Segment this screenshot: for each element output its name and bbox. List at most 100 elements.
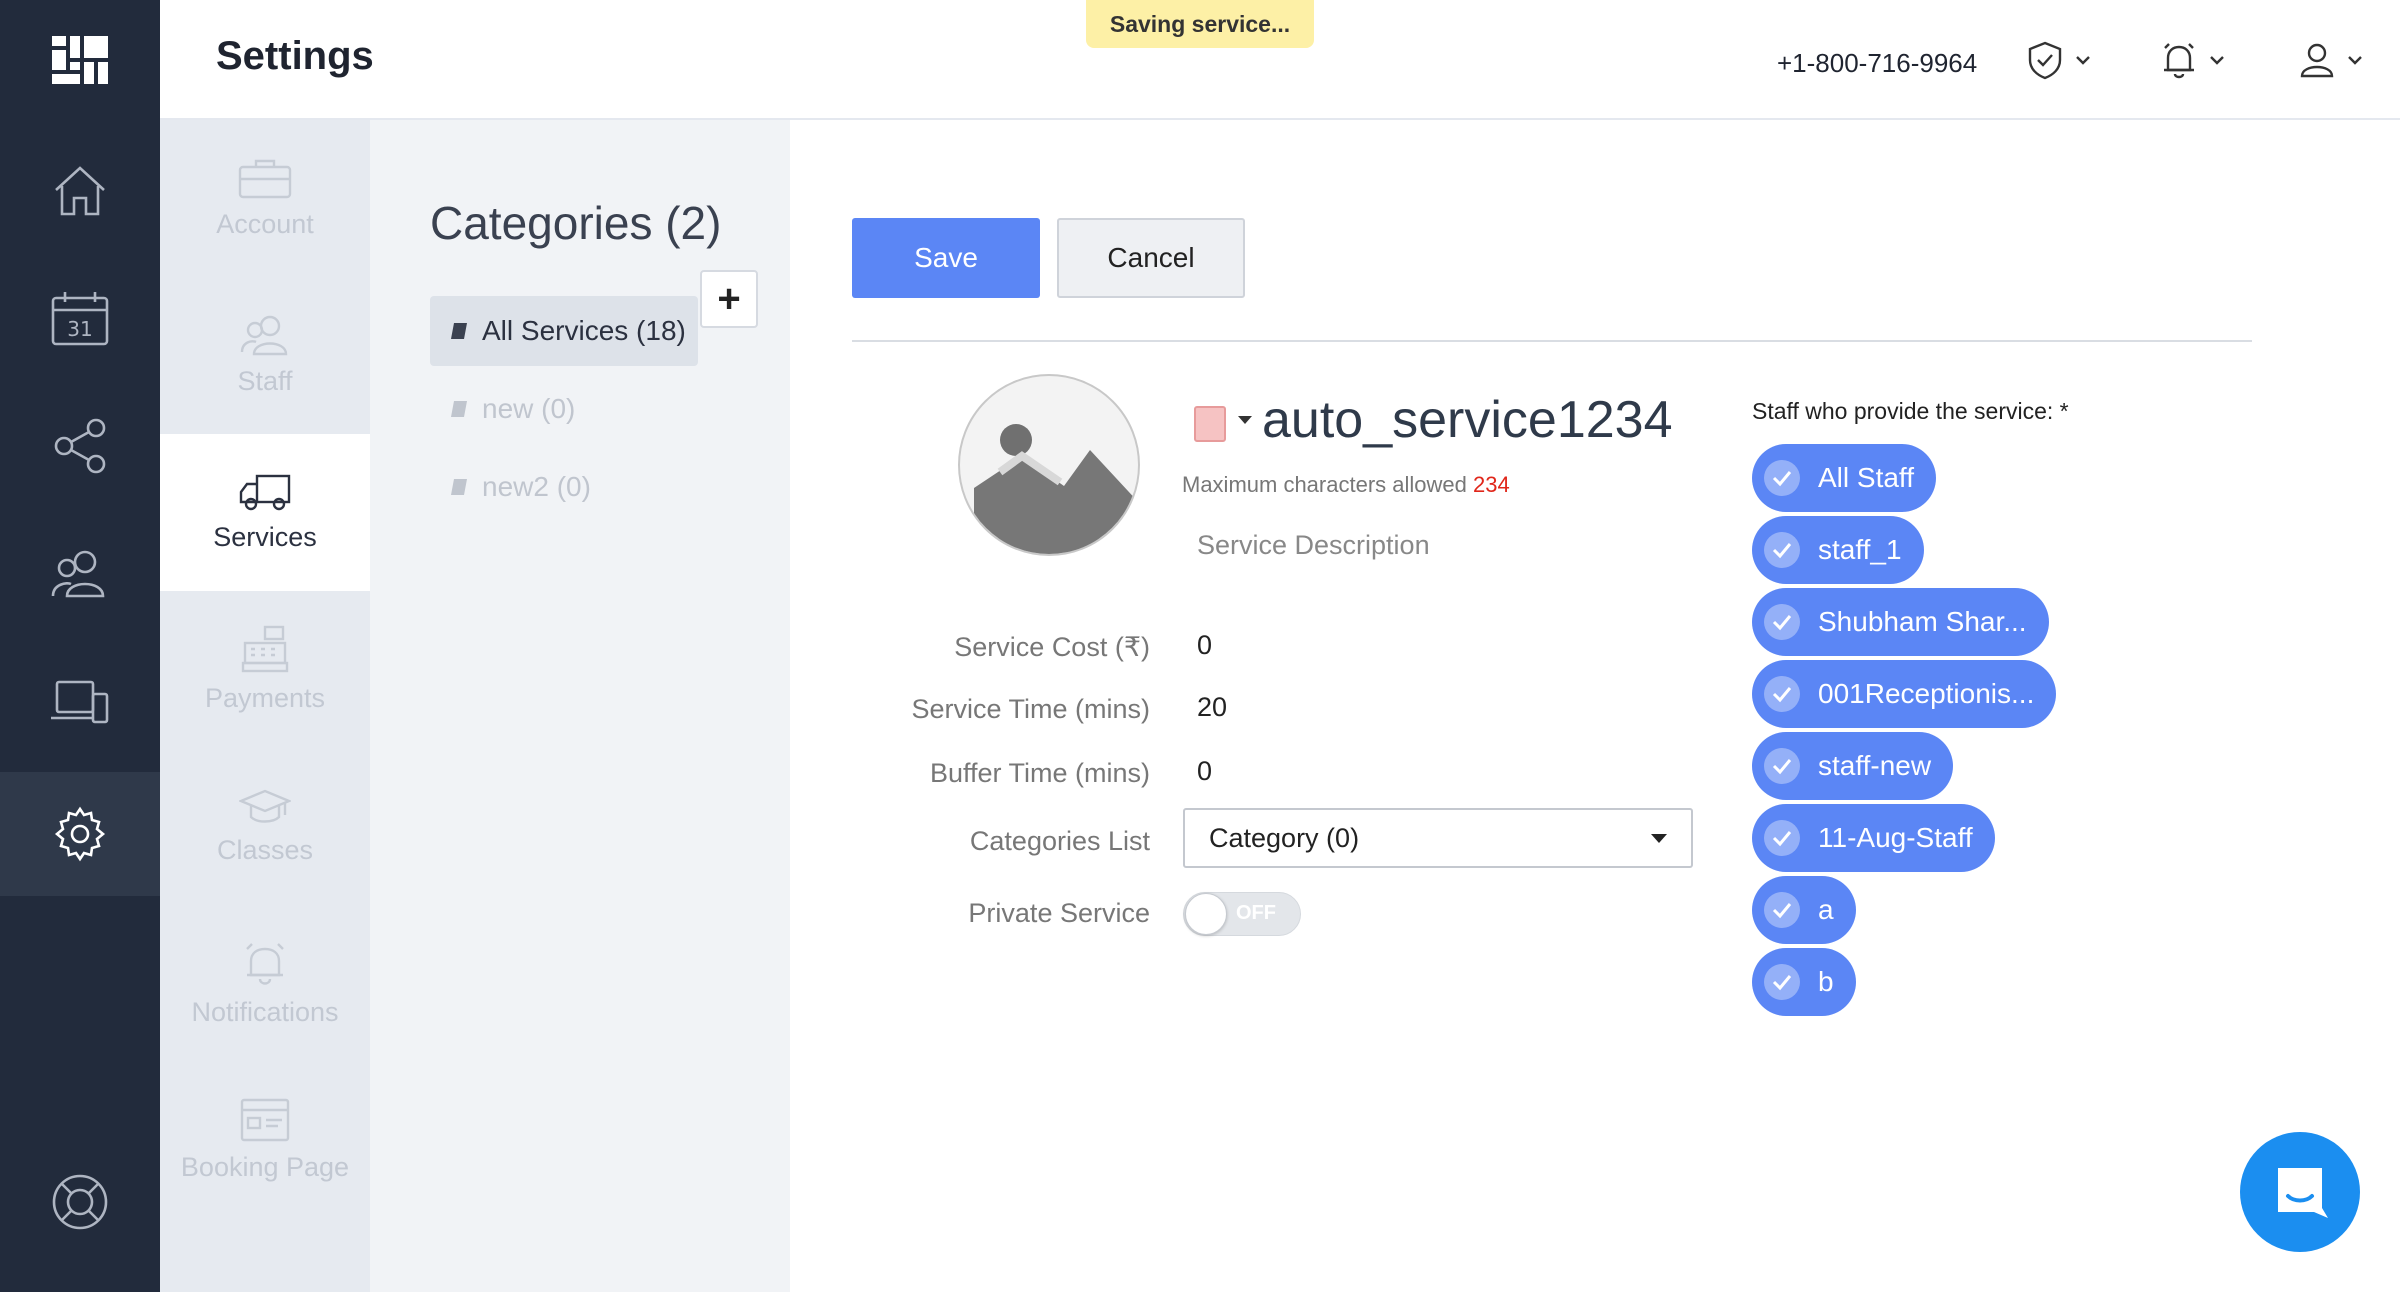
staff-chip-label: staff_1 <box>1818 534 1902 565</box>
calendar-icon[interactable]: 31 <box>0 256 160 380</box>
save-button[interactable]: Save <box>852 218 1040 298</box>
staff-chip[interactable]: All Staff <box>1752 444 1936 512</box>
service-name-input[interactable]: auto_service1234 <box>1262 390 1673 450</box>
staff-chip[interactable]: Shubham Shar... <box>1752 588 2049 656</box>
support-phone[interactable]: +1-800-716-9964 <box>1777 48 1977 79</box>
category-label: new (0) <box>482 393 576 424</box>
staff-chip[interactable]: 11-Aug-Staff <box>1752 804 1995 872</box>
staff-chip-label: a <box>1818 894 1834 925</box>
devices-icon[interactable] <box>0 640 160 764</box>
subnav-item-booking-page[interactable]: Booking Page <box>160 1062 370 1219</box>
register-icon <box>241 625 289 673</box>
page-title: Settings <box>216 34 374 78</box>
truck-icon <box>239 474 291 511</box>
book-icon <box>451 323 467 339</box>
chevron-down-icon <box>2210 56 2224 65</box>
staff-chip[interactable]: staff-new <box>1752 732 1954 800</box>
categories-select[interactable]: Category (0) <box>1183 808 1693 868</box>
caret-down-icon[interactable] <box>1238 416 1252 424</box>
private-service-label: Private Service <box>968 898 1150 928</box>
staff-chip[interactable]: staff_1 <box>1752 516 1924 584</box>
shield-icon <box>2028 41 2062 80</box>
subnav-item-payments[interactable]: Payments <box>160 591 370 748</box>
divider <box>852 340 2252 342</box>
staff-chip[interactable]: b <box>1752 948 1856 1016</box>
user-icon <box>2300 43 2334 78</box>
subnav-item-account[interactable]: Account <box>160 120 370 277</box>
color-swatch[interactable] <box>1194 406 1226 442</box>
staff-chip-label: 001Receptionis... <box>1818 678 2035 709</box>
category-label: All Services (18) <box>482 315 686 346</box>
home-icon[interactable] <box>0 128 160 252</box>
book-icon <box>451 401 467 417</box>
security-menu[interactable] <box>2026 40 2092 80</box>
max-chars-label: Maximum characters allowed <box>1182 472 1467 497</box>
subnav-item-label: Services <box>213 522 317 552</box>
subnav-item-label: Staff <box>237 366 293 396</box>
staff-chip[interactable]: 001Receptionis... <box>1752 660 2057 728</box>
service-image-placeholder[interactable] <box>958 374 1140 556</box>
subnav-item-staff[interactable]: Staff <box>160 277 370 434</box>
bell-icon <box>246 943 284 985</box>
chevron-down-icon <box>2348 56 2362 65</box>
categories-list-label: Categories List <box>969 826 1150 856</box>
staff-chip-label: b <box>1818 966 1834 997</box>
cancel-button[interactable]: Cancel <box>1057 218 1245 298</box>
service-time-label: Service Time (mins) <box>911 694 1150 724</box>
notifications-menu[interactable] <box>2160 40 2226 80</box>
toggle-knob <box>1185 893 1227 935</box>
help-icon[interactable] <box>0 1140 160 1264</box>
staff-icon <box>240 315 288 356</box>
service-cost-input[interactable]: 0 <box>1197 630 1212 661</box>
check-icon <box>1764 532 1800 568</box>
categories-heading: Categories (2) <box>430 197 722 249</box>
chat-icon <box>2278 1168 2328 1218</box>
category-label: new2 (0) <box>482 471 591 502</box>
staff-chip-label: All Staff <box>1818 462 1914 493</box>
add-category-button[interactable]: + <box>700 270 758 328</box>
chevron-down-icon <box>2076 56 2090 65</box>
check-icon <box>1764 604 1800 640</box>
share-icon[interactable] <box>0 384 160 508</box>
graduation-cap-icon <box>239 789 291 823</box>
subnav-item-notifications[interactable]: Notifications <box>160 905 370 1062</box>
user-menu[interactable] <box>2298 40 2364 80</box>
toggle-state: OFF <box>1236 902 1276 924</box>
private-service-toggle[interactable]: OFF <box>1183 892 1301 936</box>
logo-icon[interactable] <box>52 36 108 84</box>
check-icon <box>1764 892 1800 928</box>
check-icon <box>1764 820 1800 856</box>
category-item-all-services[interactable]: All Services (18) <box>430 296 698 366</box>
category-item-new2[interactable]: new2 (0) <box>430 452 603 522</box>
staff-chip-label: staff-new <box>1818 750 1932 781</box>
staff-chip[interactable]: a <box>1752 876 1856 944</box>
briefcase-icon <box>238 159 292 199</box>
book-icon <box>451 479 467 495</box>
image-icon <box>974 424 1138 554</box>
service-form: Save Cancel auto_service1234 Maximum cha… <box>790 120 2400 1292</box>
caret-down-icon <box>1651 834 1667 843</box>
staff-chip-label: Shubham Shar... <box>1818 606 2027 637</box>
check-icon <box>1764 964 1800 1000</box>
left-rail: 31 <box>0 0 160 1292</box>
categories-panel: Categories (2) + All Services (18) new (… <box>370 120 790 1292</box>
subnav-item-label: Payments <box>204 683 326 713</box>
category-item-new[interactable]: new (0) <box>430 374 587 444</box>
subnav-item-label: Booking Page <box>180 1152 350 1182</box>
chat-launcher-button[interactable] <box>2240 1132 2360 1252</box>
customers-icon[interactable] <box>0 512 160 636</box>
subnav-item-classes[interactable]: Classes <box>160 748 370 905</box>
service-time-input[interactable]: 20 <box>1197 692 1227 723</box>
buffer-time-input[interactable]: 0 <box>1197 756 1212 787</box>
settings-subnav: Account Staff Services Payments Classes … <box>160 120 370 1292</box>
gear-icon[interactable] <box>0 772 160 896</box>
categories-select-value: Category (0) <box>1209 822 1360 853</box>
subnav-item-services[interactable]: Services <box>160 434 370 591</box>
subnav-item-label: Notifications <box>191 997 339 1027</box>
check-icon <box>1764 460 1800 496</box>
bell-icon <box>2164 43 2194 79</box>
max-chars-count: 234 <box>1473 472 1510 497</box>
service-description-input[interactable]: Service Description <box>1197 530 1430 561</box>
subnav-item-label: Classes <box>216 835 314 865</box>
browser-icon <box>240 1098 290 1142</box>
